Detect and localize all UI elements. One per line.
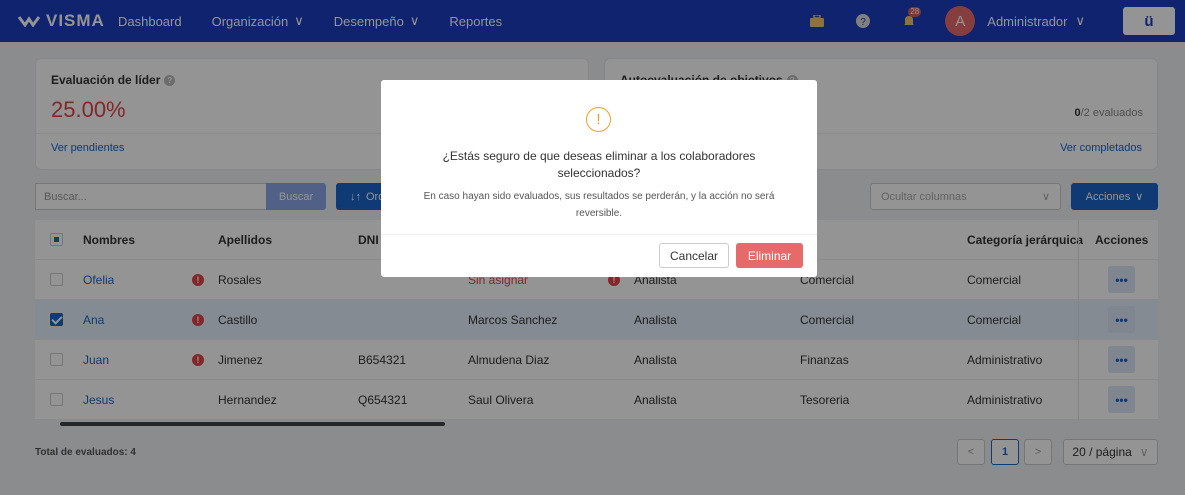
delete-button[interactable]: Eliminar <box>736 243 803 268</box>
cancel-button[interactable]: Cancelar <box>659 243 729 268</box>
dialog-question: ¿Estás seguro de que deseas eliminar a l… <box>442 149 756 180</box>
warning-icon: ! <box>586 107 611 132</box>
confirm-delete-dialog: ! ¿Estás seguro de que deseas eliminar a… <box>381 80 817 277</box>
dialog-message: En caso hayan sido evaluados, sus result… <box>423 191 775 219</box>
